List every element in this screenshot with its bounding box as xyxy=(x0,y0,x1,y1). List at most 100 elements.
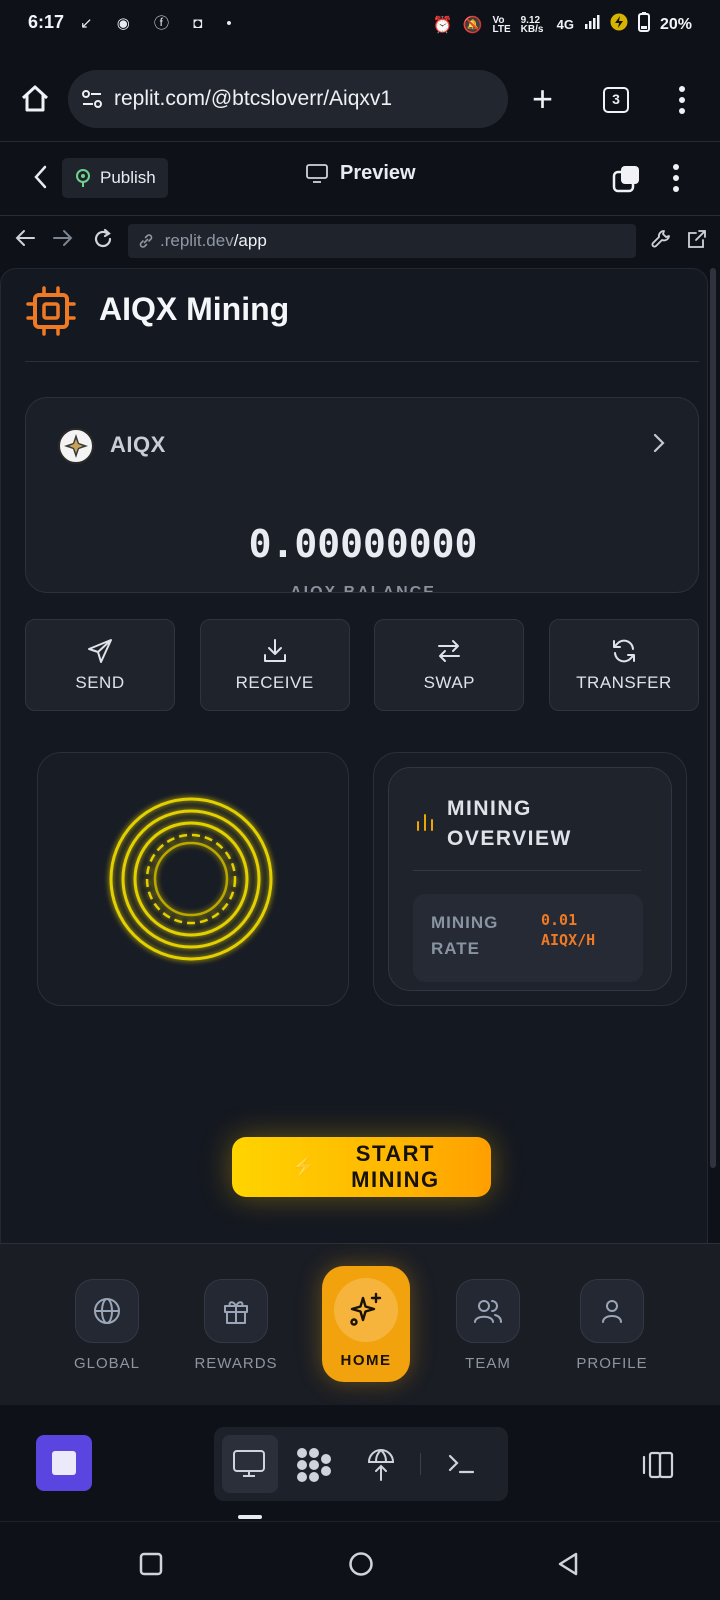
users-icon xyxy=(474,1300,502,1323)
active-tool-indicator xyxy=(238,1515,262,1519)
publish-button[interactable]: Publish xyxy=(62,158,168,198)
reload-icon xyxy=(94,228,112,248)
browser-toolbar: replit.com/@btcsloverr/Aiqxv1 + 3 xyxy=(0,46,720,142)
preview-tab[interactable]: Preview xyxy=(306,162,416,185)
battery-icon xyxy=(637,12,650,37)
replit-menu-button[interactable] xyxy=(673,164,679,197)
nav-profile[interactable]: PROFILE xyxy=(557,1279,667,1372)
alarm-icon: ⏰ xyxy=(432,16,453,34)
mining-rate-label: MINING RATE xyxy=(431,913,499,958)
recents-button[interactable] xyxy=(139,1552,163,1581)
swap-label: SWAP xyxy=(423,673,476,692)
new-tab-button[interactable]: + xyxy=(532,81,553,117)
link-icon xyxy=(139,234,153,248)
lightning-icon: ⚡ xyxy=(290,1154,318,1179)
replit-toolbar xyxy=(0,1405,720,1521)
action-buttons: SEND RECEIVE SWAP TRANSFER xyxy=(25,619,699,711)
mute-icon: 🔕 xyxy=(462,16,483,34)
send-button[interactable]: SEND xyxy=(25,619,175,711)
publish-label: Publish xyxy=(100,168,156,187)
chevron-left-icon xyxy=(34,165,47,189)
title-divider xyxy=(25,361,699,362)
globe-icon xyxy=(94,1298,120,1324)
toolbar-divider xyxy=(420,1453,421,1475)
balance-amount: 0.00000000 xyxy=(248,522,478,566)
mining-rate-value: 0.01 AIQX/H xyxy=(541,911,596,949)
mining-rate-box: MINING RATE 0.01 AIQX/H xyxy=(413,894,643,982)
nav-home[interactable]: HOME xyxy=(322,1266,410,1382)
home-icon xyxy=(21,85,49,112)
start-mining-button[interactable]: ⚡ START MINING xyxy=(232,1137,491,1197)
bottom-nav: GLOBAL REWARDS HOME TEAM PROFILE xyxy=(0,1243,720,1405)
terminal-icon[interactable] xyxy=(446,1451,476,1482)
webview-url-field[interactable]: .replit.dev/app xyxy=(128,224,636,258)
stop-icon xyxy=(52,1451,76,1475)
tab-switcher-button[interactable]: 3 xyxy=(603,87,629,113)
net-speed: 9.12 KB/s xyxy=(520,14,544,35)
nav-global[interactable]: GLOBAL xyxy=(52,1279,162,1372)
back-nav-button[interactable] xyxy=(556,1551,580,1582)
nav-home-label: HOME xyxy=(340,1352,392,1369)
mining-overview-card: MINING OVERVIEW MINING RATE 0.01 AIQX/H xyxy=(388,767,672,991)
url-path: /app xyxy=(233,231,267,250)
balance-card[interactable]: AIQX 0.00000000 AIQX BALANCE xyxy=(25,397,699,593)
app-title: AIQX Mining xyxy=(99,291,290,327)
monitor-icon xyxy=(306,163,328,183)
tabs-overview-button[interactable] xyxy=(611,164,641,194)
coin-logo-icon xyxy=(58,428,94,464)
webview-reload-button[interactable] xyxy=(92,228,114,256)
sparkles-icon xyxy=(350,1292,382,1326)
send-label: SEND xyxy=(75,673,125,692)
nav-rewards-label: REWARDS xyxy=(194,1355,278,1372)
nav-team[interactable]: TEAM xyxy=(433,1279,543,1372)
open-external-button[interactable] xyxy=(686,228,708,256)
arrow-right-icon xyxy=(53,230,73,246)
tool-switcher xyxy=(214,1427,508,1501)
gift-icon xyxy=(224,1301,248,1324)
home-button[interactable] xyxy=(20,84,50,114)
replit-header: Publish Preview xyxy=(0,142,720,216)
devtools-button[interactable] xyxy=(650,228,672,256)
coin-name: AIQX xyxy=(110,432,166,457)
send-icon xyxy=(88,639,112,663)
address-text[interactable]: replit.com/@btcsloverr/Aiqxv1 xyxy=(114,87,392,111)
back-button[interactable] xyxy=(32,164,50,197)
notification-icons: ↙ ◉ ⓕ ◘ • xyxy=(80,15,242,32)
download-icon xyxy=(263,639,286,662)
monitor-icon[interactable] xyxy=(232,1449,266,1484)
stack-icon xyxy=(612,166,639,193)
webview-forward-button[interactable] xyxy=(52,228,74,254)
balance-label: AIQX BALANCE xyxy=(290,584,436,593)
receive-button[interactable]: RECEIVE xyxy=(199,619,350,711)
chevron-right-icon[interactable] xyxy=(652,432,666,461)
nav-team-label: TEAM xyxy=(465,1355,511,1372)
receive-label: RECEIVE xyxy=(235,673,314,692)
swap-icon xyxy=(438,640,461,662)
workspace-icon[interactable] xyxy=(296,1447,332,1488)
arrow-left-icon xyxy=(15,230,35,246)
chip-icon xyxy=(25,285,77,337)
site-settings-icon[interactable] xyxy=(80,87,104,111)
status-time: 6:17 xyxy=(28,12,65,32)
circle-icon xyxy=(349,1552,373,1576)
deploy-icon[interactable] xyxy=(366,1447,396,1486)
home-nav-button[interactable] xyxy=(348,1551,374,1582)
browser-menu-button[interactable] xyxy=(679,86,685,119)
mining-overview-panel: MINING OVERVIEW MINING RATE 0.01 AIQX/H xyxy=(373,752,687,1006)
address-bar[interactable]: replit.com/@btcsloverr/Aiqxv1 xyxy=(68,70,508,128)
url-host: .replit.dev xyxy=(160,231,234,250)
signal-icon xyxy=(584,14,600,35)
swap-button[interactable]: SWAP xyxy=(374,619,525,711)
transfer-button[interactable]: TRANSFER xyxy=(548,619,699,711)
charging-icon xyxy=(610,13,628,36)
publish-icon xyxy=(76,169,90,187)
nav-rewards[interactable]: REWARDS xyxy=(181,1279,291,1372)
webview-back-button[interactable] xyxy=(14,228,36,254)
scrollbar[interactable] xyxy=(710,268,716,1168)
battery-percent: 20% xyxy=(659,15,692,33)
square-icon xyxy=(139,1552,163,1576)
status-bar: 6:17 ↙ ◉ ⓕ ◘ • ⏰ 🔕 Vo LTE 9.12 KB/s 4G 20… xyxy=(0,0,720,46)
refresh-icon xyxy=(612,639,635,663)
stop-button[interactable] xyxy=(36,1435,92,1491)
panels-icon[interactable] xyxy=(640,1449,676,1486)
